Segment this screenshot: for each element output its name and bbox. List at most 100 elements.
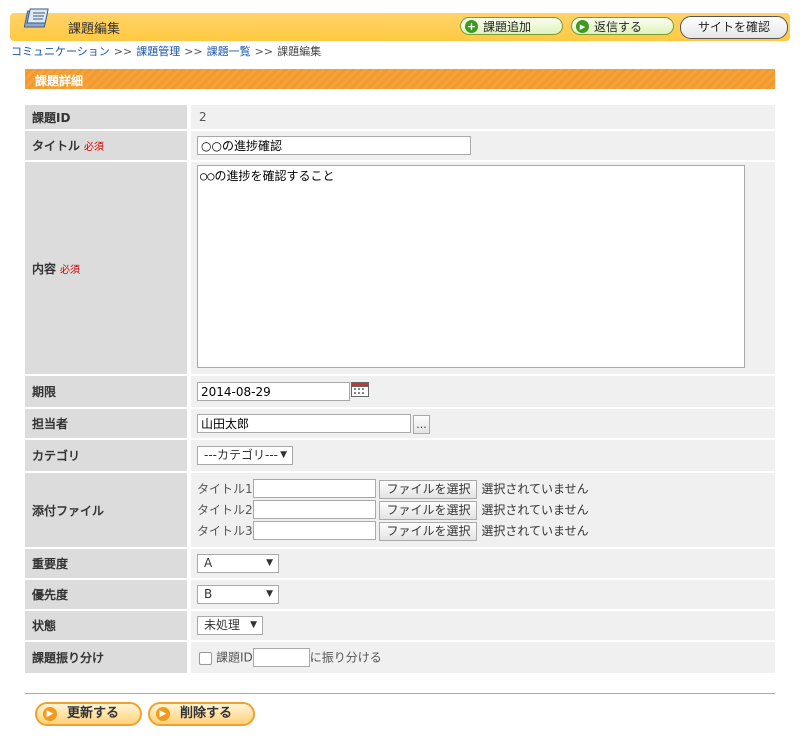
row-content: 内容 必須 ○○の進捗を確認すること [25, 162, 775, 374]
assignee-picker-button[interactable]: ... [413, 414, 430, 434]
plus-icon: + [465, 20, 478, 33]
assign-task-id-input[interactable] [252, 648, 310, 667]
assignee-label-text: 担当者 [32, 417, 69, 431]
content-label-text: 内容 [32, 261, 57, 276]
status-label: 状態 [25, 611, 191, 640]
edit-document-icon [24, 8, 49, 28]
row-category: カテゴリ ---カテゴリ--- ▼ [25, 440, 775, 471]
file-status: 選択されていません [481, 481, 589, 496]
attachment-row: タイトル3 ファイルを選択 選択されていません [197, 521, 775, 542]
view-site-label: サイトを確認 [697, 20, 770, 34]
assignee-input[interactable] [197, 413, 411, 433]
chevron-down-icon: ▼ [266, 558, 273, 568]
row-priority: 優先度 B ▼ [25, 580, 775, 609]
task-id-label: 課題ID [25, 105, 191, 129]
due-date-label-text: 期限 [32, 385, 57, 399]
assign-label: 課題振り分け [25, 642, 191, 673]
content-textarea[interactable]: ○○の進捗を確認すること [197, 165, 745, 368]
status-label-text: 状態 [32, 619, 57, 633]
assign-checkbox[interactable] [199, 651, 212, 665]
section-header: 課題詳細 [25, 69, 775, 89]
chevron-down-icon: ▼ [280, 450, 287, 460]
task-id-value: 2 [191, 105, 775, 129]
content-label: 内容 必須 [25, 162, 191, 374]
delete-button[interactable]: ▶ 削除する [148, 702, 255, 726]
reply-label: 返信する [594, 20, 643, 34]
add-task-label: 課題追加 [483, 20, 532, 34]
play-icon: ▸ [576, 20, 589, 33]
category-label: カテゴリ [25, 440, 191, 471]
importance-label: 重要度 [25, 549, 191, 578]
importance-select[interactable]: A ▼ [197, 554, 279, 573]
attachment-title-label: タイトル1 [197, 481, 253, 496]
status-select-value: 未処理 [204, 618, 241, 632]
chevron-down-icon: ▼ [266, 589, 273, 599]
choose-file-button[interactable]: ファイルを選択 [379, 500, 478, 520]
attachment-row: タイトル2 ファイルを選択 選択されていません [197, 500, 775, 521]
play-icon: ▶ [43, 707, 57, 721]
row-title: タイトル 必須 [25, 131, 775, 160]
section-title: 課題詳細 [35, 74, 84, 88]
row-assign: 課題振り分け 課題ID に振り分ける [25, 642, 775, 673]
due-date-input[interactable] [197, 382, 350, 401]
category-label-text: カテゴリ [32, 449, 81, 463]
priority-select-value: B [204, 587, 213, 601]
attachment-title-input[interactable] [252, 479, 376, 498]
task-id-label-text: 課題ID [32, 110, 71, 125]
row-importance: 重要度 A ▼ [25, 549, 775, 578]
update-button[interactable]: ▶ 更新する [35, 702, 142, 726]
priority-label-text: 優先度 [32, 588, 69, 602]
file-status: 選択されていません [481, 502, 589, 517]
page-title: 課題編集 [68, 22, 121, 37]
assign-suffix: に振り分ける [309, 650, 382, 665]
category-select[interactable]: ---カテゴリ--- ▼ [197, 446, 293, 465]
update-label: 更新する [67, 706, 120, 721]
add-task-button[interactable]: + 課題追加 [460, 17, 563, 35]
breadcrumb-separator: >> [113, 45, 133, 58]
assignee-label: 担当者 [25, 409, 191, 438]
attachments-label-text: 添付ファイル [32, 503, 105, 518]
attachment-title-input[interactable] [252, 521, 376, 540]
attachments-label: 添付ファイル [25, 473, 191, 547]
due-date-label: 期限 [25, 376, 191, 407]
attachment-title-label: タイトル3 [197, 523, 253, 538]
breadcrumb-communication[interactable]: コミュニケーション [11, 45, 110, 58]
breadcrumb-separator: >> [184, 45, 203, 58]
title-label: タイトル 必須 [25, 131, 191, 160]
breadcrumb-task-list[interactable]: 課題一覧 [207, 45, 251, 58]
view-site-button[interactable]: サイトを確認 [680, 16, 788, 39]
required-mark: 必須 [60, 264, 81, 276]
attachment-row: タイトル1 ファイルを選択 選択されていません [197, 479, 775, 500]
priority-label: 優先度 [25, 580, 191, 609]
header-bar: 課題編集 + 課題追加 ▸ 返信する サイトを確認 [10, 8, 790, 41]
breadcrumb: コミュニケーション >> 課題管理 >> 課題一覧 >> 課題編集 [11, 43, 321, 59]
attachment-title-input[interactable] [252, 500, 376, 519]
assign-label-text: 課題振り分け [32, 651, 105, 665]
status-select[interactable]: 未処理 ▼ [197, 616, 263, 635]
title-input[interactable] [197, 136, 471, 155]
delete-label: 削除する [180, 706, 233, 721]
category-select-value: ---カテゴリ--- [204, 448, 278, 462]
play-icon: ▶ [156, 707, 170, 721]
priority-select[interactable]: B ▼ [197, 585, 279, 604]
chevron-down-icon: ▼ [250, 620, 257, 630]
row-status: 状態 未処理 ▼ [25, 611, 775, 640]
choose-file-button[interactable]: ファイルを選択 [379, 521, 478, 541]
calendar-icon[interactable] [351, 381, 369, 397]
task-form: 課題ID 2 タイトル必須 内容必須 ○○の進捗を確認すること 期限 担当者 .… [25, 103, 775, 675]
choose-file-button[interactable]: ファイルを選択 [379, 479, 478, 499]
file-status: 選択されていません [481, 523, 589, 538]
breadcrumb-task-management[interactable]: 課題管理 [136, 45, 180, 58]
breadcrumb-separator: >> [254, 45, 274, 58]
attachment-title-label: タイトル2 [197, 502, 253, 517]
assign-prefix: 課題ID [216, 650, 253, 665]
row-assignee: 担当者 ... [25, 409, 775, 438]
required-mark: 必須 [84, 142, 105, 153]
reply-button[interactable]: ▸ 返信する [571, 17, 674, 35]
title-label-text: タイトル [32, 139, 81, 153]
divider [25, 693, 775, 694]
breadcrumb-current: 課題編集 [277, 45, 322, 58]
row-attachments: 添付ファイル タイトル1 ファイルを選択 選択されていません タイトル2 ファイ… [25, 473, 775, 547]
row-task-id: 課題ID 2 [25, 105, 775, 129]
row-due-date: 期限 [25, 376, 775, 407]
